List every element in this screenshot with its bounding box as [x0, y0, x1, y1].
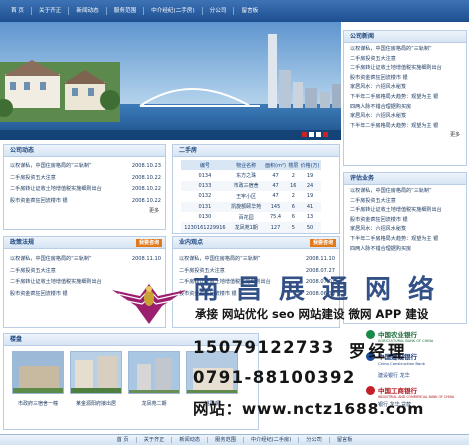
company-dynamic-panel: 公司动态 以权谋私，中国住房格局的“三轨制” 2008.10.23 二手房投资五大…: [3, 144, 166, 230]
table-row[interactable]: 0130 百花园 75.4 6 13: [181, 212, 321, 222]
footer-branches[interactable]: 分公司: [299, 437, 330, 443]
company-news-title: 公司新闻: [344, 31, 466, 43]
hero-banner: [0, 22, 341, 140]
secondhand-panel: 二手房 编号 物业名称 面积(m²) 楼层 价格(万) 0134 东方之珠 47 2 1…: [172, 144, 340, 234]
secondhand-table: 编号 物业名称 面积(m²) 楼层 价格(万) 0134 东方之珠 47 2 19 01…: [181, 160, 321, 233]
footer-nav: 首 页 关于齐正 新闻动态 服务范围 中介经纪(二手房) 分公司 留言板: [0, 434, 469, 445]
list-item[interactable]: 以权谋私，中国住房格局的“三轨制”: [344, 45, 466, 55]
table-header: 编号 物业名称 面积(m²) 楼层 价格(万): [181, 160, 321, 171]
list-item[interactable]: 下半年二手房格局大趋势：观望为主 银: [344, 93, 466, 103]
nav-news[interactable]: 新闻动态: [69, 7, 107, 15]
secondhand-title: 二手房: [173, 145, 339, 157]
nav-services[interactable]: 服务范围: [107, 7, 145, 15]
list-item[interactable]: 二手房投资五大注意: [344, 197, 466, 207]
nav-agency[interactable]: 中介经纪(二手房): [144, 7, 203, 15]
table-row[interactable]: 1230161229916 龙凤苑1期 127 5 50: [181, 222, 321, 233]
table-row[interactable]: 0133 市政三宿舍 47 16 24: [181, 180, 321, 192]
policy-title: 政策法规 我要咨询: [4, 237, 165, 249]
hero-image: [0, 22, 341, 140]
list-item[interactable]: 四两人脉不错合理据购买房: [344, 103, 466, 113]
company-news-panel: 公司新闻 以权谋私，中国住房格局的“三轨制” 二手房投资五大注意 二手房转让证收…: [343, 30, 467, 166]
list-item[interactable]: 家居风水：六招风水秘笈: [344, 225, 466, 235]
list-item[interactable]: 以权谋私，中国住房格局的“三轨制”: [344, 187, 466, 197]
property-card[interactable]: 某金源阳府接出居: [70, 351, 123, 407]
consult-button[interactable]: 我要咨询: [135, 239, 162, 247]
list-item[interactable]: 股市资金疯狂回流楼市 银 2008.10.22: [4, 196, 165, 208]
nav-guestbook[interactable]: 留言板: [234, 7, 265, 15]
list-item[interactable]: 股市资金疯狂回流楼市 银: [344, 216, 466, 226]
table-row[interactable]: 0131 凯旋额颐华苑 145 6 41: [181, 201, 321, 212]
table-row[interactable]: 0134 东方之珠 47 2 19: [181, 170, 321, 180]
watermark-contact: 罗经理: [349, 342, 408, 361]
eagle-logo: [112, 276, 186, 326]
list-item[interactable]: 下半年二手房格局大趋势：观望为主 银: [344, 235, 466, 245]
review-title: 评估业务: [344, 173, 466, 185]
list-item[interactable]: 股市资金疯狂回流楼市 银: [344, 74, 466, 84]
list-item[interactable]: 二手房转让证收土地增值税实施细则出台 2008.10.22: [4, 184, 165, 196]
property-photo: [70, 351, 123, 395]
more-link[interactable]: 更多: [4, 207, 165, 214]
property-card[interactable]: 市政府三宿舍一幢: [12, 351, 65, 407]
list-item[interactable]: 以权谋私，中国住房格局的“三轨制” 2008.11.10: [4, 254, 165, 266]
table-row[interactable]: 0132 王牢小区 47 2 19: [181, 191, 321, 201]
list-item[interactable]: 四两人脉不错合理据购买房: [344, 245, 466, 255]
watermark-tel: 0791-88100392: [193, 368, 356, 387]
list-item[interactable]: 二手房投资五大注意 2008.10.22: [4, 173, 165, 185]
list-item[interactable]: 家居风水：六招风水秘笈: [344, 83, 466, 93]
footer-services[interactable]: 服务范围: [208, 437, 244, 443]
list-item[interactable]: 以权谋私，中国住房格局的“三轨制” 2008.11.10: [173, 254, 339, 266]
watermark-phone: 15079122733: [193, 338, 335, 357]
footer-about[interactable]: 关于齐正: [137, 437, 173, 443]
property-caption: 某金源阳府接出居: [75, 401, 116, 407]
footer-guestbook[interactable]: 留言板: [330, 437, 360, 443]
watermark-company: 南昌展通网络: [193, 275, 452, 305]
consult-button[interactable]: 我要咨询: [309, 239, 336, 247]
property-photo: [128, 351, 181, 395]
company-dynamic-title: 公司动态: [4, 145, 165, 157]
footer-home[interactable]: 首 页: [110, 437, 137, 443]
industry-title: 业内观点 我要咨询: [173, 237, 339, 249]
list-item[interactable]: 家居风水：六招风水秘笈: [344, 112, 466, 122]
footer-news[interactable]: 新闻动态: [172, 437, 209, 443]
list-item[interactable]: 二手房转让证收土地增值税实施细则出台: [344, 206, 466, 216]
property-photo: [12, 351, 65, 395]
list-item[interactable]: 二手房投资五大注意: [344, 55, 466, 65]
icbc-logo: 中国工商银行: [366, 385, 465, 395]
property-caption: 市政府三宿舍一幢: [17, 401, 58, 407]
eagle-icon: [112, 284, 186, 324]
nav-home[interactable]: 首 页: [4, 7, 32, 15]
more-link[interactable]: 更多: [344, 131, 466, 138]
list-item[interactable]: 以权谋私，中国住房格局的“三轨制” 2008.10.23: [4, 161, 165, 173]
icbc-icon: [366, 385, 375, 395]
property-card[interactable]: 龙凤苑二期: [128, 351, 181, 407]
list-item[interactable]: 二手房转让证收土地增值税实施细则出台: [344, 64, 466, 74]
watermark-site: 网站：www.nctz1688.com: [193, 400, 425, 418]
nav-about[interactable]: 关于齐正: [32, 7, 70, 15]
nav-branches[interactable]: 分公司: [203, 7, 235, 15]
property-caption: 龙凤苑二期: [141, 401, 167, 407]
top-nav: 首 页 关于齐正 新闻动态 服务范围 中介经纪(二手房) 分公司 留言板: [0, 0, 469, 22]
watermark-services: 承接 网站优化 seo 网站建设 微网 APP 建设: [195, 307, 429, 321]
footer-agency[interactable]: 中介经纪(二手房): [244, 437, 300, 443]
list-item[interactable]: 下半年二手房格局大趋势：观望为主 银: [344, 122, 466, 132]
